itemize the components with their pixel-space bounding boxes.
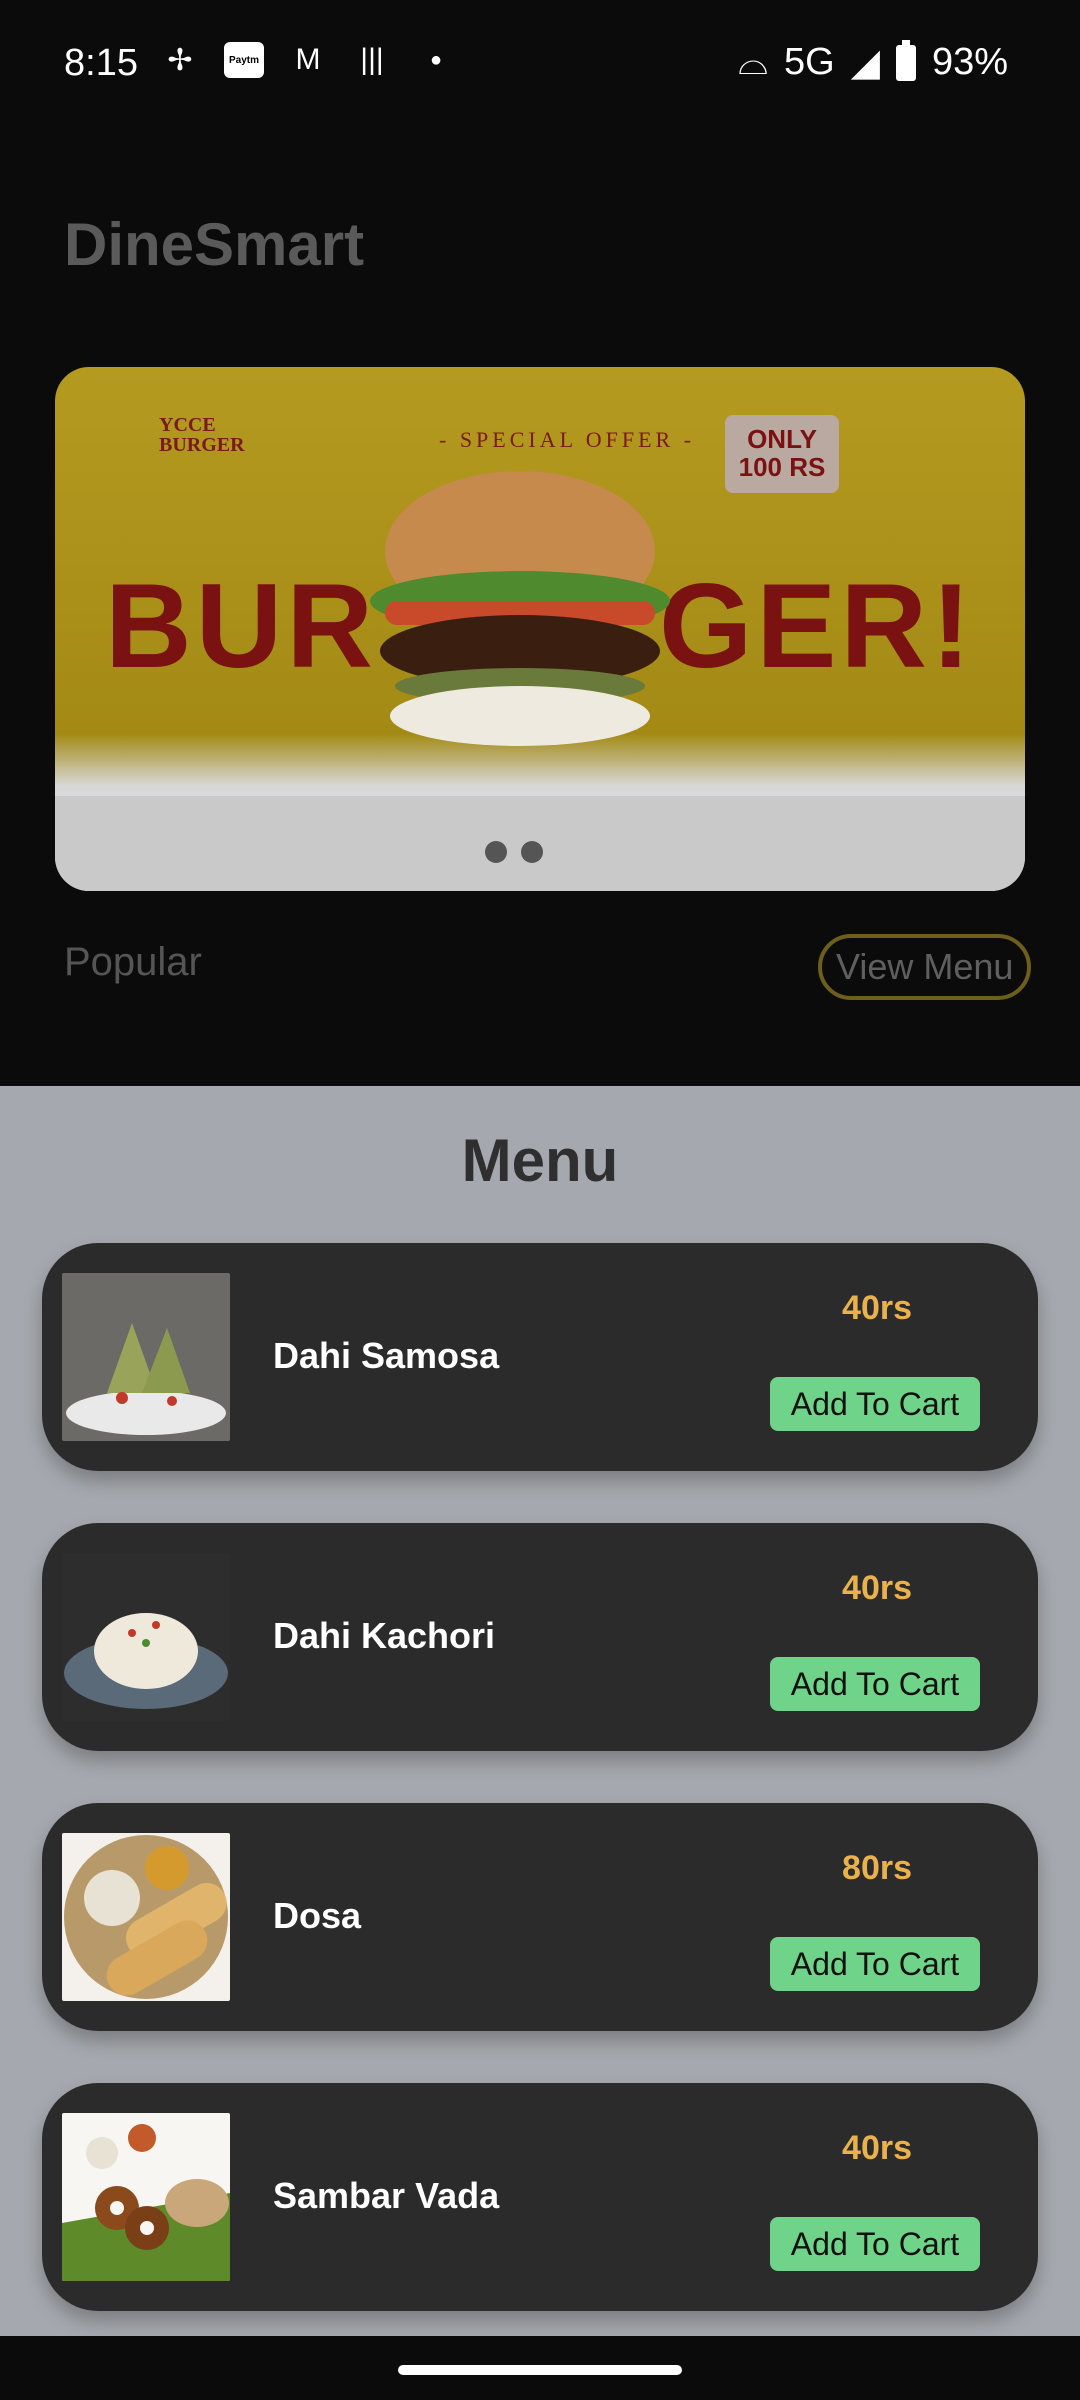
burger-image bbox=[370, 471, 670, 746]
menu-item-card: Sambar Vada 40rs Add To Cart bbox=[42, 2083, 1038, 2311]
signal-icon: ◢ bbox=[850, 42, 880, 84]
notification-icons: ✢ Paytm M ||| ● bbox=[160, 40, 456, 80]
item-price: 80rs bbox=[842, 1849, 912, 1887]
add-to-cart-button[interactable]: Add To Cart bbox=[770, 1937, 980, 1991]
dahi-kachori-image bbox=[62, 1553, 230, 1721]
status-bar: 8:15 ✢ Paytm M ||| ● ⌓ 5G ◢ 93% bbox=[0, 0, 1080, 130]
menu-item-card: Dahi Kachori 40rs Add To Cart bbox=[42, 1523, 1038, 1751]
banner-offer-text: - SPECIAL OFFER - bbox=[439, 427, 696, 452]
system-status: ⌓ 5G ◢ 93% bbox=[737, 39, 1008, 85]
item-name: Sambar Vada bbox=[273, 2175, 500, 2216]
dahi-samosa-image bbox=[62, 1273, 230, 1441]
add-to-cart-button[interactable]: Add To Cart bbox=[770, 1377, 980, 1431]
network-type: 5G bbox=[784, 41, 835, 83]
battery-level: 93% bbox=[931, 41, 1008, 83]
sambar-vada-image bbox=[62, 2113, 230, 2281]
status-time: 8:15 bbox=[64, 42, 138, 84]
app-title: DineSmart bbox=[64, 211, 365, 278]
menu-item-card: Dahi Samosa 40rs Add To Cart bbox=[42, 1243, 1038, 1471]
hotspot-icon: ⌓ bbox=[737, 41, 768, 83]
menu-title: Menu bbox=[461, 1127, 619, 1194]
item-price: 40rs bbox=[842, 1289, 912, 1327]
home-screen: DineSmart YCCE BURGER - SPECIAL OFFER - … bbox=[0, 130, 1080, 1086]
carousel-dot[interactable] bbox=[485, 841, 507, 863]
item-name: Dahi Kachori bbox=[273, 1615, 496, 1656]
item-price: 40rs bbox=[842, 2129, 912, 2167]
item-price: 40rs bbox=[842, 1569, 912, 1607]
item-name: Dahi Samosa bbox=[273, 1335, 500, 1376]
voice-wave-icon: ||| bbox=[360, 43, 384, 76]
battery-icon bbox=[895, 39, 916, 81]
promo-banner[interactable]: YCCE BURGER - SPECIAL OFFER - ONLY 100 R… bbox=[55, 367, 1025, 891]
gmail-icon: M bbox=[295, 43, 321, 76]
add-to-cart-button[interactable]: Add To Cart bbox=[770, 2217, 980, 2271]
menu-item-card: Dosa 80rs Add To Cart bbox=[42, 1803, 1038, 2031]
add-to-cart-button[interactable]: Add To Cart bbox=[770, 1657, 980, 1711]
banner-brand: YCCE BURGER bbox=[159, 414, 245, 456]
dosa-image bbox=[62, 1833, 230, 2001]
carousel-dot[interactable] bbox=[521, 841, 543, 863]
menu-bottom-sheet: Menu Dahi Samosa 40rs Add To Cart Dahi K… bbox=[0, 1086, 1080, 2336]
view-menu-button[interactable]: View Menu bbox=[818, 934, 1032, 1000]
dot-icon: ● bbox=[429, 48, 443, 71]
item-name: Dosa bbox=[273, 1895, 362, 1936]
banner-price-badge: ONLY 100 RS bbox=[725, 415, 839, 493]
carousel-dots bbox=[485, 841, 543, 863]
gesture-nav-bar[interactable] bbox=[398, 2365, 682, 2375]
popular-heading: Popular bbox=[64, 940, 202, 984]
paytm-icon: Paytm bbox=[224, 42, 264, 78]
pinwheel-icon: ✢ bbox=[167, 43, 193, 77]
